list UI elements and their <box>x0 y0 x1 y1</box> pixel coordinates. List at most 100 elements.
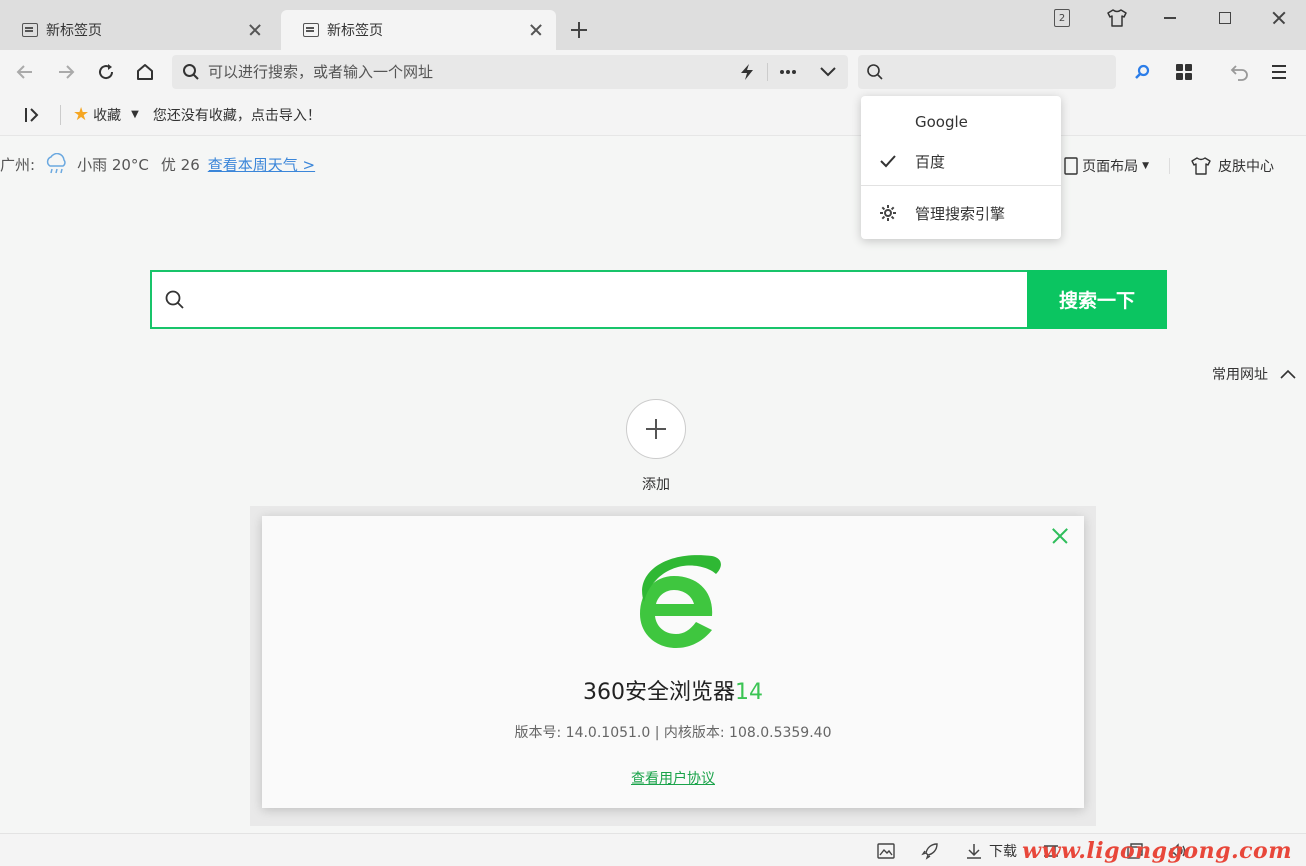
weather-widget: 广州: 小雨 20°C 优 26 查看本周天气 > <box>0 153 315 175</box>
watermark-text: www.ligonggong.com <box>1022 837 1292 864</box>
reload-button[interactable] <box>94 60 118 84</box>
main-search-box: 搜索一下 <box>150 270 1167 329</box>
search-icon <box>867 64 883 80</box>
status-bar: 下载 www.ligonggong.com <box>0 833 1306 866</box>
search-engine-menu: Google 百度 管理搜索引擎 <box>861 96 1061 239</box>
engine-option-google[interactable]: Google <box>861 104 1061 140</box>
tab-close-icon[interactable] <box>528 22 544 38</box>
rocket-icon[interactable] <box>920 842 940 860</box>
bookmarks-bar: ★ 收藏 ▼ 您还没有收藏，点击导入！ <box>0 94 1306 136</box>
page-icon <box>303 23 319 37</box>
tab-close-icon[interactable] <box>247 22 263 38</box>
address-bar[interactable] <box>172 55 848 89</box>
search-icon <box>165 290 184 309</box>
forward-button[interactable] <box>54 60 78 84</box>
minimize-icon <box>1164 17 1176 19</box>
star-icon: ★ <box>73 104 90 125</box>
manage-engines-label: 管理搜索引擎 <box>915 204 1006 223</box>
engine-label: 百度 <box>915 152 946 171</box>
weather-city: 广州: <box>0 155 36 174</box>
user-agreement-link[interactable]: 查看用户协议 <box>262 768 1084 788</box>
bookmarks-empty-hint[interactable]: 您还没有收藏，点击导入！ <box>153 105 321 125</box>
tab-title: 新标签页 <box>327 23 383 39</box>
back-button[interactable] <box>13 60 37 84</box>
address-input[interactable] <box>208 63 727 81</box>
sidebar-toggle-button[interactable] <box>20 103 44 127</box>
dialog-close-icon[interactable] <box>1050 526 1070 546</box>
toolbar <box>0 50 1306 94</box>
common-sites-toggle[interactable]: 常用网址 <box>1212 364 1296 384</box>
common-sites-label: 常用网址 <box>1212 367 1268 383</box>
more-button[interactable] <box>768 55 808 89</box>
plus-icon <box>646 419 666 439</box>
search-go-icon <box>1135 64 1150 79</box>
divider <box>60 104 61 125</box>
tab-1[interactable]: 新标签页 <box>0 10 275 50</box>
version-info: 版本号: 14.0.1051.0 | 内核版本: 108.0.5359.40 <box>514 725 832 741</box>
tab-2[interactable]: 新标签页 <box>281 10 556 50</box>
grid-icon <box>1176 64 1192 80</box>
favorites-label[interactable]: 收藏 <box>93 105 121 125</box>
sidebar-toggle-icon <box>25 107 39 122</box>
hamburger-icon <box>1272 65 1286 79</box>
search-submit-button[interactable]: 搜索一下 <box>1027 270 1167 329</box>
undo-icon <box>1230 65 1248 81</box>
toolbar-search-box[interactable] <box>858 55 1116 89</box>
shirt-icon <box>1191 157 1211 175</box>
address-dropdown-button[interactable] <box>808 55 848 89</box>
tab-count-badge: 2 <box>1054 9 1070 27</box>
new-tab-button[interactable] <box>566 17 592 43</box>
page-layout-button[interactable]: 页面布局 ▼ <box>1064 156 1149 176</box>
page-icon <box>22 23 38 37</box>
home-icon <box>137 64 153 80</box>
download-label[interactable]: 下载 <box>989 841 1017 861</box>
caret-down-icon: ▼ <box>1142 161 1149 171</box>
weekly-weather-link[interactable]: 查看本周天气 > <box>208 154 315 175</box>
add-site-button[interactable] <box>626 399 686 459</box>
skin-center-button[interactable]: 皮肤中心 <box>1190 156 1274 176</box>
engine-label: Google <box>915 113 968 131</box>
about-dialog: 360安全浏览器14 版本号: 14.0.1051.0 | 内核版本: 108.… <box>262 516 1084 808</box>
chevron-up-icon <box>1280 369 1296 379</box>
search-go-button[interactable] <box>1130 60 1154 84</box>
search-icon <box>183 64 199 80</box>
reload-icon <box>99 64 114 80</box>
maximize-button[interactable] <box>1213 6 1237 30</box>
close-icon <box>1271 10 1287 26</box>
page-tools: 页面布局 ▼ 皮肤中心 <box>1064 156 1274 176</box>
check-icon <box>880 155 896 168</box>
skin-center-label: 皮肤中心 <box>1218 159 1274 175</box>
weather-condition: 小雨 20°C <box>77 155 149 174</box>
rain-cloud-icon <box>46 153 66 174</box>
undo-close-button[interactable] <box>1228 60 1252 84</box>
page-layout-label: 页面布局 <box>1082 159 1139 175</box>
toolbar-search-input[interactable] <box>890 64 1116 80</box>
more-icon <box>780 70 796 74</box>
tab-count-icon[interactable]: 2 <box>1050 6 1074 30</box>
gear-icon <box>880 205 896 221</box>
manage-engines-item[interactable]: 管理搜索引擎 <box>861 195 1061 231</box>
add-site-label: 添加 <box>642 477 670 493</box>
lightning-button[interactable] <box>727 55 767 89</box>
arrow-left-icon <box>16 65 32 79</box>
close-window-button[interactable] <box>1267 6 1291 30</box>
main-menu-button[interactable] <box>1267 60 1291 84</box>
lightning-icon <box>741 64 753 80</box>
air-quality: 优 26 <box>160 155 200 174</box>
browser-logo <box>640 555 721 648</box>
new-tab-page: 广州: 小雨 20°C 优 26 查看本周天气 > 页面布局 ▼ 皮肤中心 搜索… <box>0 136 1306 833</box>
skin-shirt-icon[interactable] <box>1105 6 1129 30</box>
screenshot-icon[interactable] <box>876 842 896 860</box>
product-name: 360安全浏览器14 <box>262 674 1084 706</box>
main-search-input[interactable] <box>194 272 1027 327</box>
apps-grid-button[interactable] <box>1172 60 1196 84</box>
maximize-icon <box>1219 12 1231 24</box>
minimize-button[interactable] <box>1158 6 1182 30</box>
caret-down-icon[interactable]: ▼ <box>131 109 139 120</box>
chevron-down-icon <box>820 67 836 77</box>
engine-option-baidu[interactable]: 百度 <box>861 143 1061 179</box>
download-icon[interactable] <box>964 842 984 860</box>
home-button[interactable] <box>133 60 157 84</box>
tab-title: 新标签页 <box>46 23 102 39</box>
arrow-right-icon <box>59 65 75 79</box>
